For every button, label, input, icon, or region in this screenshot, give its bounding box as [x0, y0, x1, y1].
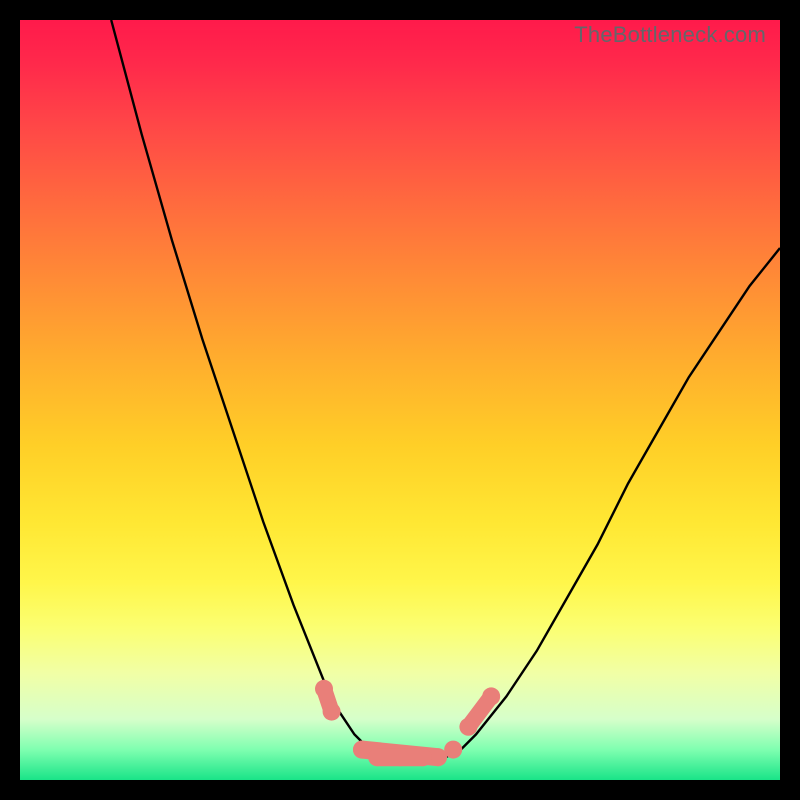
plot-area: TheBottleneck.com — [20, 20, 780, 780]
right-curve — [461, 248, 780, 750]
highlight-pill — [468, 696, 491, 726]
highlight-pill — [324, 689, 332, 712]
chart-frame: TheBottleneck.com — [0, 0, 800, 800]
highlight-markers — [315, 680, 500, 766]
left-curve — [111, 20, 369, 750]
curve-layer — [20, 20, 780, 780]
